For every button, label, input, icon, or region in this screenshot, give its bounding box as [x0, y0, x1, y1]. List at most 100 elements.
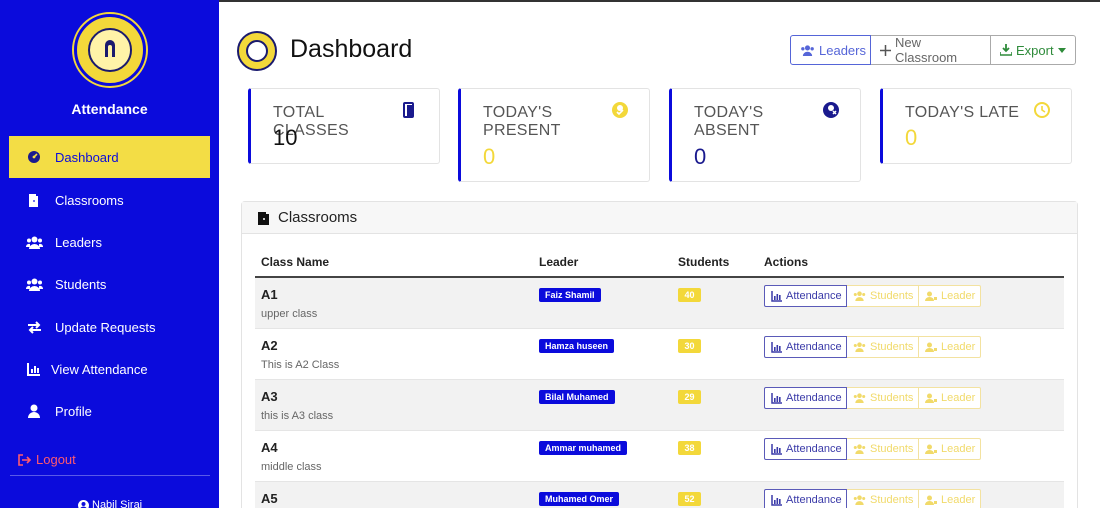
- attendance-button[interactable]: Attendance: [764, 438, 847, 460]
- door-icon: [25, 192, 43, 208]
- sidebar-item-label: Students: [55, 276, 107, 292]
- users-icon: [25, 276, 43, 292]
- header-button-group: Leaders New Classroom Export: [790, 35, 1076, 65]
- leader-button[interactable]: Leader: [919, 336, 981, 358]
- caret-down-icon: [1057, 47, 1066, 53]
- column-header-students: Students: [678, 255, 730, 269]
- attendance-button-label: Attendance: [786, 392, 842, 404]
- sidebar-item-classrooms[interactable]: Classrooms: [9, 179, 210, 221]
- column-header-actions: Actions: [764, 255, 809, 269]
- stat-value: 0: [905, 125, 918, 150]
- attendance-button-label: Attendance: [786, 494, 842, 506]
- class-description: This is A2 Class: [261, 359, 340, 371]
- school-logo: [74, 14, 146, 86]
- logout-icon: [18, 453, 32, 466]
- student-count-badge: 38: [678, 441, 701, 455]
- sidebar: Attendance Dashboard Classrooms Leaders …: [0, 0, 219, 508]
- clock-icon: [1033, 101, 1051, 119]
- logout-link[interactable]: Logout: [18, 452, 76, 467]
- stat-label: TODAY'S LATE: [905, 104, 1020, 121]
- page-logo: [237, 31, 277, 71]
- leader-badge: Hamza huseen: [539, 339, 615, 353]
- export-button-label: Export: [1016, 42, 1054, 58]
- stat-value: 0: [694, 144, 707, 169]
- leader-badge: Faiz Shamil: [539, 288, 601, 302]
- leader-button-label: Leader: [941, 341, 976, 353]
- user-times-icon: [822, 101, 840, 119]
- leader-button[interactable]: Leader: [919, 387, 981, 409]
- logout-label: Logout: [36, 452, 76, 467]
- attendance-button[interactable]: Attendance: [764, 336, 847, 358]
- door-icon: [401, 101, 419, 119]
- students-button[interactable]: Students: [847, 285, 919, 307]
- leaders-button-label: Leaders: [819, 42, 866, 58]
- door-open-icon: [256, 210, 272, 226]
- chart-icon: [771, 392, 782, 404]
- user-icon: [25, 403, 43, 419]
- chart-icon: [25, 361, 43, 377]
- sidebar-item-label: Dashboard: [55, 149, 119, 165]
- current-user[interactable]: Nabil Siraj: [78, 499, 142, 508]
- leader-button[interactable]: Leader: [919, 489, 981, 508]
- students-button[interactable]: Students: [847, 336, 919, 358]
- students-button[interactable]: Students: [847, 438, 919, 460]
- export-button[interactable]: Export: [991, 35, 1076, 65]
- class-name: A4: [261, 440, 278, 455]
- users-icon: [853, 495, 866, 505]
- attendance-button[interactable]: Attendance: [764, 489, 847, 508]
- exchange-icon: [25, 319, 43, 335]
- download-icon: [1000, 44, 1012, 56]
- users-icon: [853, 342, 866, 352]
- leader-button[interactable]: Leader: [919, 285, 981, 307]
- class-name: A3: [261, 389, 278, 404]
- chart-icon: [771, 443, 782, 455]
- class-description: this is A3 class: [261, 410, 334, 422]
- class-name: A1: [261, 287, 278, 302]
- sidebar-item-label: Update Requests: [55, 319, 156, 335]
- class-name: A2: [261, 338, 278, 353]
- user-check-icon: [611, 101, 629, 119]
- stat-value: 0: [483, 144, 496, 169]
- app-title: Attendance: [71, 101, 148, 117]
- user-tie-icon: [925, 291, 937, 301]
- stat-label: TODAY'S ABSENT: [694, 104, 764, 139]
- class-description: middle class: [261, 461, 322, 473]
- stat-card-todays-present: TODAY'S PRESENT 0: [458, 88, 650, 182]
- user-tie-icon: [925, 495, 937, 505]
- student-count-badge: 30: [678, 339, 701, 353]
- leader-button[interactable]: Leader: [919, 438, 981, 460]
- chart-icon: [771, 341, 782, 353]
- students-button-label: Students: [870, 494, 914, 506]
- users-icon: [853, 393, 866, 403]
- student-count-badge: 52: [678, 492, 701, 506]
- new-classroom-button[interactable]: New Classroom: [871, 35, 991, 65]
- students-button-label: Students: [870, 341, 914, 353]
- sidebar-item-update-requests[interactable]: Update Requests: [9, 306, 210, 348]
- users-icon: [25, 234, 43, 250]
- student-count-badge: 29: [678, 390, 701, 404]
- students-button[interactable]: Students: [847, 489, 919, 508]
- attendance-button[interactable]: Attendance: [764, 387, 847, 409]
- stat-card-total-classes: TOTAL CLASSES 10: [248, 88, 440, 164]
- stat-value: 10: [273, 125, 298, 150]
- user-circle-icon: [78, 499, 89, 508]
- table-row: A1 upper class Faiz Shamil 40 Attendance…: [255, 278, 1064, 329]
- new-classroom-button-label: New Classroom: [895, 35, 958, 65]
- attendance-button[interactable]: Attendance: [764, 285, 847, 307]
- sidebar-item-profile[interactable]: Profile: [9, 390, 210, 432]
- classrooms-panel-title: Classrooms: [256, 209, 357, 226]
- students-button-label: Students: [870, 443, 914, 455]
- leaders-button[interactable]: Leaders: [790, 35, 871, 65]
- students-button[interactable]: Students: [847, 387, 919, 409]
- sidebar-item-students[interactable]: Students: [9, 263, 210, 305]
- sidebar-item-view-attendance[interactable]: View Attendance: [9, 348, 210, 390]
- user-tie-icon: [925, 342, 937, 352]
- sidebar-item-dashboard[interactable]: Dashboard: [9, 136, 210, 178]
- table-row: A4 middle class Ammar muhamed 38 Attenda…: [255, 431, 1064, 482]
- classrooms-title-label: Classrooms: [278, 209, 358, 226]
- sidebar-item-leaders[interactable]: Leaders: [9, 221, 210, 263]
- chart-icon: [771, 494, 782, 506]
- page-title: Dashboard: [290, 35, 413, 63]
- stat-label: TODAY'S PRESENT: [483, 104, 561, 139]
- chart-icon: [771, 290, 782, 302]
